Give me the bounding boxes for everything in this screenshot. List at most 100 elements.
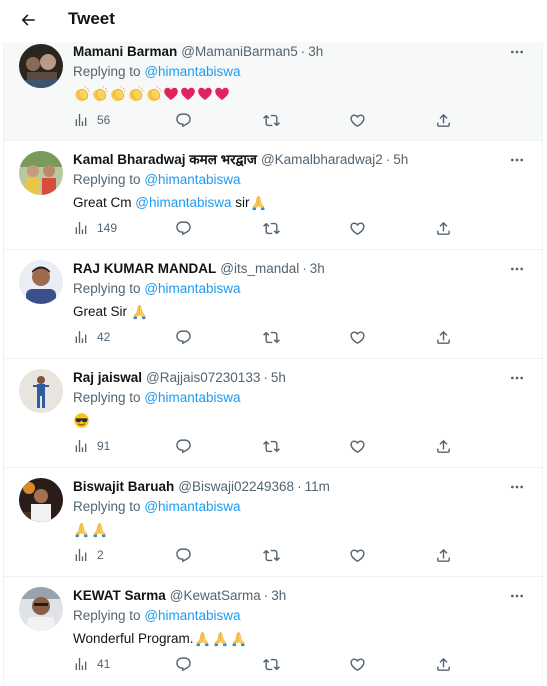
timestamp[interactable]: 3h: [271, 588, 286, 603]
replying-to-mention[interactable]: @himantabiswa: [144, 608, 240, 623]
reply-button[interactable]: [175, 545, 192, 565]
more-options-button[interactable]: [506, 587, 528, 605]
timestamp[interactable]: 3h: [308, 44, 323, 59]
replying-to-line: Replying to @himantabiswa: [73, 608, 528, 626]
share-button[interactable]: [435, 545, 452, 565]
timestamp[interactable]: 11m: [305, 479, 330, 494]
author-name[interactable]: KEWAT Sarma: [73, 588, 166, 603]
replying-to-line: Replying to @himantabiswa: [73, 390, 528, 408]
tweet-text-mention[interactable]: @himantabiswa: [135, 195, 231, 210]
share-upload-icon: [435, 112, 452, 129]
share-button[interactable]: [435, 218, 452, 238]
retweet-button[interactable]: [263, 436, 280, 456]
more-options-button[interactable]: [506, 260, 528, 278]
views-button[interactable]: 2: [73, 545, 104, 565]
retweet-button[interactable]: [263, 218, 280, 238]
reply-bubble-icon: [175, 112, 192, 129]
views-button[interactable]: 149: [73, 218, 117, 238]
action-bar: 91: [73, 436, 465, 456]
like-button[interactable]: [349, 545, 366, 565]
author-line: Raj jaiswal @Rajjais07230133 · 5h: [73, 368, 528, 386]
separator-dot: ·: [385, 151, 391, 167]
back-button[interactable]: [14, 6, 42, 34]
tweet-text: [73, 84, 528, 104]
share-button[interactable]: [435, 327, 452, 347]
avatar[interactable]: [19, 151, 63, 195]
avatar[interactable]: [19, 478, 63, 522]
author-handle[interactable]: @MamaniBarman5: [181, 44, 298, 59]
timestamp[interactable]: 5h: [393, 152, 408, 167]
emoji-row: [73, 412, 90, 429]
author-handle[interactable]: @Biswaji02249368: [178, 479, 294, 494]
like-button[interactable]: [349, 218, 366, 238]
views-button[interactable]: 42: [73, 327, 110, 347]
replying-label: Replying to: [73, 172, 141, 187]
reply-bubble-icon: [175, 220, 192, 237]
heart-emoji-icon: [163, 86, 179, 102]
separator-dot: ·: [263, 369, 268, 385]
avatar[interactable]: [19, 587, 63, 631]
author-name[interactable]: Kamal Bharadwaj कमल भरद्वाज: [73, 150, 257, 168]
reply-button[interactable]: [175, 327, 192, 347]
bar-chart-icon: [73, 329, 89, 345]
author-name[interactable]: RAJ KUMAR MANDAL: [73, 261, 216, 276]
reply-tweet[interactable]: RAJ KUMAR MANDAL @its_mandal · 3h Replying t…: [4, 250, 542, 359]
tweet-text-before: Great Cm: [73, 194, 136, 210]
reply-button[interactable]: [175, 218, 192, 238]
retweet-button[interactable]: [263, 327, 280, 347]
reply-tweet[interactable]: Raj jaiswal @Rajjais07230133 · 5h Replying t…: [4, 359, 542, 468]
share-button[interactable]: [435, 654, 452, 674]
views-button[interactable]: 41: [73, 654, 110, 674]
views-count: 42: [97, 330, 111, 344]
more-options-button[interactable]: [506, 43, 528, 61]
replying-to-mention[interactable]: @himantabiswa: [144, 281, 240, 296]
replying-to-mention[interactable]: @himantabiswa: [144, 499, 240, 514]
retweet-button[interactable]: [263, 110, 280, 130]
reply-button[interactable]: [175, 654, 192, 674]
like-button[interactable]: [349, 654, 366, 674]
timestamp[interactable]: 3h: [310, 261, 325, 276]
share-button[interactable]: [435, 436, 452, 456]
more-options-button[interactable]: [506, 478, 528, 496]
author-handle[interactable]: @Kamalbharadwaj2: [261, 152, 383, 167]
reply-tweet[interactable]: KEWAT Sarma @KewatSarma · 3h Replying to @hi…: [4, 577, 542, 686]
clap-emoji-icon: [73, 85, 90, 103]
bar-chart-icon: [73, 220, 89, 236]
share-button[interactable]: [435, 110, 452, 130]
reply-tweet[interactable]: Kamal Bharadwaj कमल भरद्वाज @Kamalbharadw…: [4, 141, 542, 250]
avatar[interactable]: [19, 369, 63, 413]
timestamp[interactable]: 5h: [271, 370, 286, 385]
share-upload-icon: [435, 220, 452, 237]
avatar[interactable]: [19, 44, 63, 88]
author-line: RAJ KUMAR MANDAL @its_mandal · 3h: [73, 259, 528, 277]
retweet-button[interactable]: [263, 545, 280, 565]
more-options-button[interactable]: [506, 369, 528, 387]
like-button[interactable]: [349, 327, 366, 347]
author-handle[interactable]: @its_mandal: [220, 261, 299, 276]
like-button[interactable]: [349, 110, 366, 130]
replying-to-mention[interactable]: @himantabiswa: [144, 172, 240, 187]
clap-emoji-icon: [91, 85, 108, 103]
author-name[interactable]: Biswajit Baruah: [73, 479, 174, 494]
author-handle[interactable]: @Rajjais07230133: [146, 370, 260, 385]
avatar[interactable]: [19, 260, 63, 304]
views-button[interactable]: 91: [73, 436, 110, 456]
author-name[interactable]: Mamani Barman: [73, 44, 177, 59]
heart-emoji-icon: [180, 86, 196, 102]
more-options-button[interactable]: [506, 151, 528, 169]
like-button[interactable]: [349, 436, 366, 456]
retweet-button[interactable]: [263, 654, 280, 674]
share-upload-icon: [435, 329, 452, 346]
views-button[interactable]: 56: [73, 110, 110, 130]
author-handle[interactable]: @KewatSarma: [170, 588, 261, 603]
reply-content: Kamal Bharadwaj कमल भरद्वाज @Kamalbharadw…: [73, 150, 528, 212]
reply-tweet[interactable]: Mamani Barman @MamaniBarman5 · 3h Replying t…: [4, 42, 542, 141]
replying-to-mention[interactable]: @himantabiswa: [144, 390, 240, 405]
replying-to-mention[interactable]: @himantabiswa: [144, 64, 240, 79]
reply-button[interactable]: [175, 436, 192, 456]
reply-tweet[interactable]: Biswajit Baruah @Biswaji02249368 · 11m Reply…: [4, 468, 542, 577]
heart-outline-icon: [349, 329, 366, 346]
separator-dot: ·: [300, 43, 306, 59]
reply-button[interactable]: [175, 110, 192, 130]
author-name[interactable]: Raj jaiswal: [73, 370, 142, 385]
